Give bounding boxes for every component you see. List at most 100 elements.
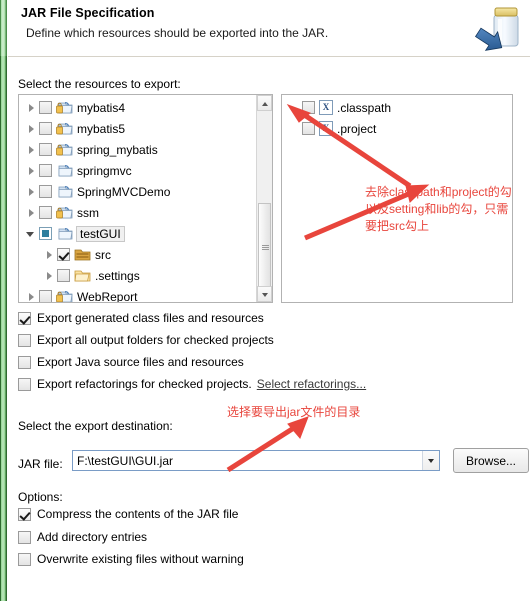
jar-option-checkbox[interactable] [18, 507, 31, 521]
export-option-label: Export Java source files and resources [37, 355, 244, 369]
java-project-folder-icon [56, 291, 73, 302]
project-folder-icon [58, 186, 73, 198]
project-folder-icon [56, 226, 73, 241]
export-option-checkbox[interactable] [18, 311, 31, 325]
project-folder-icon [56, 163, 73, 178]
left-edge-strip-highlight [0, 0, 7, 56]
export-option-checkbox[interactable] [18, 333, 31, 347]
tree-item-src[interactable]: src [19, 244, 272, 265]
tree-item-checkbox[interactable] [39, 206, 52, 219]
tree-item-WebReport[interactable]: WebReport [19, 286, 272, 303]
tree-item-checkbox[interactable] [57, 269, 70, 282]
jar-option-checkbox[interactable] [18, 552, 31, 566]
twisty-collapsed-icon[interactable] [23, 100, 39, 116]
options-label: Options: [18, 490, 63, 504]
tree-item-label: WebReport [77, 289, 138, 303]
tree-item-dot-settings[interactable]: .settings [19, 265, 272, 286]
file-item-dot-classpath[interactable]: X .classpath [282, 97, 512, 118]
twisty-collapsed-icon[interactable] [23, 205, 39, 221]
file-item-label: .project [337, 121, 377, 136]
tree-item-spring_mybatis[interactable]: spring_mybatis [19, 139, 272, 160]
xml-file-icon: X [319, 100, 333, 115]
export-option-label: Export refactorings for checked projects… [37, 377, 252, 391]
folder-icon [74, 270, 91, 282]
jar-option-1[interactable]: Add directory entries [18, 530, 147, 544]
twisty-collapsed-icon[interactable] [23, 163, 39, 179]
project-folder-icon [58, 165, 73, 177]
java-project-folder-icon [56, 142, 73, 157]
triangle-up-icon [262, 102, 268, 106]
java-project-folder-icon [56, 123, 73, 135]
project-folder-icon [58, 228, 73, 240]
annotation-note-2: 选择要导出jar文件的目录 [227, 405, 361, 419]
scroll-down-button[interactable] [257, 286, 272, 302]
scroll-up-button[interactable] [257, 95, 272, 111]
jar-export-icon [474, 7, 519, 51]
tree-item-label: mybatis4 [77, 100, 126, 115]
triangle-down-icon [262, 293, 268, 297]
page-subtitle: Define which resources should be exporte… [26, 26, 329, 40]
tree-item-mybatis5[interactable]: mybatis5 [19, 118, 272, 139]
export-option-label: Export generated class files and resourc… [37, 311, 264, 325]
jar-option-2[interactable]: Overwrite existing files without warning [18, 552, 244, 566]
tree-item-checkbox[interactable] [39, 227, 52, 240]
tree-item-checkbox[interactable] [39, 290, 52, 302]
jar-option-0[interactable]: Compress the contents of the JAR file [18, 507, 238, 521]
jar-export-wizard-page: JAR File Specification Define which reso… [0, 0, 530, 601]
tree-item-checkbox[interactable] [57, 248, 70, 261]
export-option-label: Export all output folders for checked pr… [37, 333, 274, 347]
tree-item-checkbox[interactable] [39, 164, 52, 177]
tree-item-checkbox[interactable] [39, 101, 52, 114]
page-title: JAR File Specification [21, 6, 155, 20]
export-option-0[interactable]: Export generated class files and resourc… [18, 311, 264, 325]
scrollbar-thumb[interactable] [258, 203, 271, 291]
export-option-1[interactable]: Export all output folders for checked pr… [18, 333, 274, 347]
chevron-down-icon[interactable] [422, 451, 439, 470]
destination-label: Select the export destination: [18, 419, 173, 433]
twisty-collapsed-icon[interactable] [23, 142, 39, 158]
export-option-checkbox[interactable] [18, 355, 31, 369]
twisty-collapsed-icon[interactable] [23, 184, 39, 200]
twisty-collapsed-icon[interactable] [41, 247, 57, 263]
tree-item-label: mybatis5 [77, 121, 126, 136]
source-folder-icon [74, 247, 91, 262]
tree-item-checkbox[interactable] [39, 185, 52, 198]
jar-option-checkbox[interactable] [18, 530, 31, 544]
tree-item-checkbox[interactable] [39, 143, 52, 156]
twisty-collapsed-icon[interactable] [23, 121, 39, 137]
jar-file-input[interactable]: F:\testGUI\GUI.jar [73, 454, 422, 468]
tree-item-SpringMVCDemo[interactable]: SpringMVCDemo [19, 181, 272, 202]
tree-item-label: ssm [77, 205, 99, 220]
java-project-folder-icon [56, 102, 73, 114]
tree-item-springmvc[interactable]: springmvc [19, 160, 272, 181]
jar-option-label: Add directory entries [37, 530, 148, 544]
file-item-checkbox[interactable] [302, 101, 315, 114]
file-item-dot-project[interactable]: X .project [282, 118, 512, 139]
jar-option-label: Compress the contents of the JAR file [37, 507, 239, 521]
tree-item-label: src [95, 247, 111, 262]
jar-file-combo[interactable]: F:\testGUI\GUI.jar [72, 450, 440, 471]
left-edge-strip [0, 0, 7, 601]
tree-item-ssm[interactable]: ssm [19, 202, 272, 223]
twisty-collapsed-icon[interactable] [41, 268, 57, 284]
tree-item-label: .settings [95, 268, 140, 283]
tree-item-mybatis4[interactable]: mybatis4 [19, 97, 272, 118]
resource-tree-left[interactable]: mybatis4 mybatis5 spring_mybatis springmvc S… [18, 94, 273, 303]
tree-item-testGUI[interactable]: testGUI [19, 223, 272, 244]
tree-vertical-scrollbar[interactable] [256, 95, 272, 302]
file-item-checkbox[interactable] [302, 122, 315, 135]
browse-button[interactable]: Browse... [453, 448, 529, 473]
twisty-expanded-icon[interactable] [23, 226, 39, 242]
export-option-3[interactable]: Export refactorings for checked projects… [18, 377, 366, 391]
twisty-collapsed-icon[interactable] [23, 289, 39, 303]
java-project-folder-icon [56, 207, 73, 219]
select-refactorings-link[interactable]: Select refactorings... [257, 377, 366, 391]
tree-item-checkbox[interactable] [39, 122, 52, 135]
header-separator [8, 56, 530, 57]
folder-icon [74, 268, 91, 283]
tree-item-label: springmvc [77, 163, 132, 178]
export-option-2[interactable]: Export Java source files and resources [18, 355, 244, 369]
file-item-label: .classpath [337, 100, 392, 115]
export-option-checkbox[interactable] [18, 377, 31, 391]
